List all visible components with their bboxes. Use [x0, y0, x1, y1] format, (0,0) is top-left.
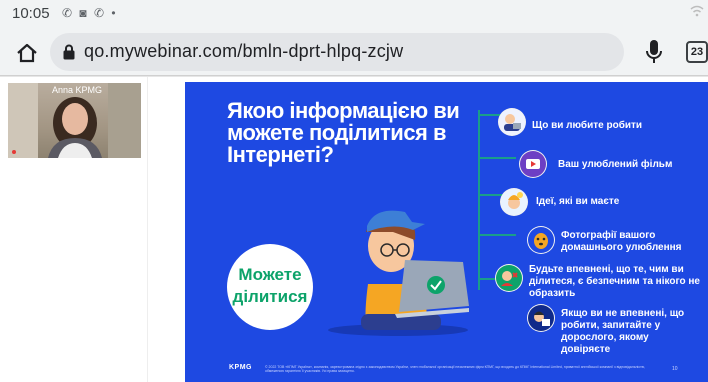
home-icon[interactable]	[14, 40, 40, 66]
item-text: Ваш улюблений фільм	[558, 159, 673, 170]
wifi-icon	[690, 5, 704, 17]
slide-title: Якою інформацією ви можете поділитися в …	[227, 100, 477, 166]
participant-name: Anna KPMG	[52, 85, 103, 95]
status-dot: •	[111, 6, 118, 20]
address-bar[interactable]: qo.mywebinar.com/bmln-dprt-hlpq-zcjw	[50, 33, 624, 71]
bubble-line: ділитися	[232, 287, 308, 306]
gamepad-icon: ◙	[79, 6, 89, 20]
status-bar: 10:05 ✆ ◙ ✆ •	[0, 0, 708, 30]
participants-panel: Anna KPMG	[0, 77, 148, 382]
viber-icon: ✆	[94, 6, 107, 20]
slide-footer-text: © 2022 ТОВ «КПМГ Україна», компанія, зар…	[265, 365, 646, 373]
microphone-icon[interactable]	[645, 39, 663, 65]
ask-adult-icon	[527, 304, 555, 332]
item-text: Фотографії вашого домашнього улюблення	[561, 230, 682, 253]
title-line: Якою інформацією ви	[227, 98, 460, 123]
recording-indicator	[12, 150, 16, 154]
tab-switcher-button[interactable]: 23	[686, 41, 708, 63]
notification-icons: ✆ ◙ ✆ •	[62, 6, 118, 20]
presentation-slide: Якою інформацією ви можете поділитися в …	[185, 82, 708, 382]
hobby-icon	[498, 108, 526, 136]
screen: 10:05 ✆ ◙ ✆ • qo.mywebinar.com/bmln-dprt…	[0, 0, 708, 382]
bubble-line: Можете	[238, 265, 302, 284]
status-time: 10:05	[12, 5, 50, 22]
title-line: можете поділитися в	[227, 120, 447, 145]
safe-sharing-icon	[495, 264, 523, 292]
browser-toolbar: qo.mywebinar.com/bmln-dprt-hlpq-zcjw 23	[0, 30, 708, 76]
url-text[interactable]: qo.mywebinar.com/bmln-dprt-hlpq-zcjw	[84, 41, 403, 62]
share-bubble-text: Можете ділитися	[227, 264, 313, 308]
item-text: Що ви любите робити	[532, 120, 643, 131]
connector-line	[478, 110, 480, 290]
connector-branch	[478, 234, 516, 236]
share-bubble: Можете ділитися	[227, 244, 313, 330]
item-text: Ідеї, які ви маєте	[536, 196, 620, 207]
slide-page-number: 10	[672, 366, 678, 372]
connector-branch	[478, 157, 516, 159]
boy-with-laptop-illustration	[328, 210, 469, 336]
webcam-video[interactable]: Anna KPMG	[8, 83, 141, 158]
title-line: Інтернеті?	[227, 142, 334, 167]
viber-icon: ✆	[62, 6, 75, 20]
item-text: Якщо ви не впевнені, що робити, запитайт…	[561, 308, 685, 355]
lock-icon	[63, 44, 75, 60]
kpmg-logo: KPMG	[229, 364, 252, 371]
item-text: Будьте впевнені, що те, чим ви ділитеся,…	[529, 264, 700, 299]
idea-icon	[500, 188, 528, 216]
pet-icon	[527, 226, 555, 254]
movie-icon	[519, 150, 547, 178]
webinar-content: Anna KPMG Якою інформацією ви можете под…	[0, 77, 708, 382]
